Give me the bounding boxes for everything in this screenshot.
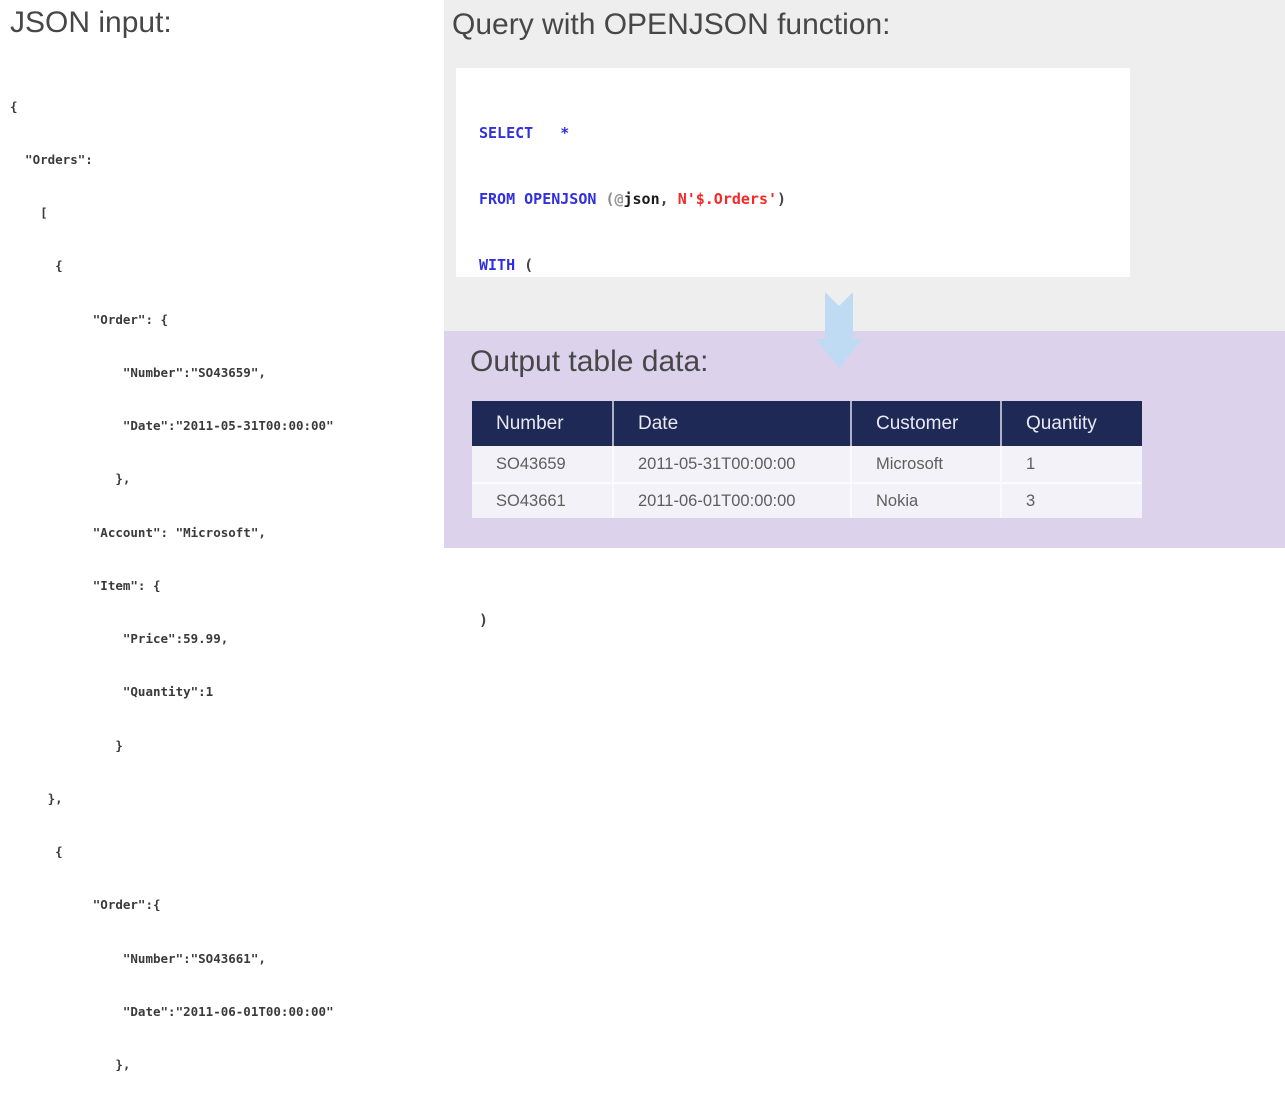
sql-variable: json [623, 190, 660, 208]
cell-customer: Microsoft [850, 446, 1000, 482]
sql-select-line: SELECT * [479, 118, 1130, 148]
cell-number: SO43661 [472, 482, 612, 518]
json-line: "Order":{ [10, 897, 161, 913]
json-line: } [10, 737, 123, 753]
sql-with-line: WITH ( [479, 250, 1130, 280]
sql-close-line: ) [479, 610, 1130, 630]
json-line: }, [10, 1057, 131, 1072]
sql-from-line: FROM OPENJSON (@json, N'$.Orders') [479, 184, 1130, 214]
cell-date: 2011-06-01T00:00:00 [612, 482, 850, 518]
sql-json-path: N'$.Orders' [677, 190, 778, 208]
sql-paren: ( [524, 256, 534, 274]
sql-keyword: SELECT * [479, 124, 570, 142]
table-row: SO43661 2011-06-01T00:00:00 Nokia 3 [472, 482, 1142, 518]
column-header-customer: Customer [850, 401, 1000, 446]
json-line: "Number":"SO43659", [10, 364, 266, 380]
sql-keyword: FROM OPENJSON [479, 190, 606, 208]
sql-comma: , [659, 190, 678, 208]
cell-customer: Nokia [850, 482, 1000, 518]
output-table: Number Date Customer Quantity SO43659 20… [472, 401, 1142, 518]
json-line: { [10, 98, 18, 114]
sql-at-sign: @ [614, 190, 624, 208]
cell-quantity: 3 [1000, 482, 1142, 518]
json-line: }, [10, 471, 131, 487]
query-title: Query with OPENJSON function: [452, 8, 891, 41]
json-line: [ [10, 205, 48, 220]
json-line: "Number":"SO43661", [10, 950, 266, 966]
sql-keyword: WITH [479, 256, 525, 274]
json-line: "Date":"2011-05-31T00:00:00" [10, 418, 334, 433]
json-line: }, [10, 790, 63, 806]
table-row: SO43659 2011-05-31T00:00:00 Microsoft 1 [472, 446, 1142, 482]
sql-paren: ) [479, 610, 489, 629]
cell-date: 2011-05-31T00:00:00 [612, 446, 850, 482]
query-section: Query with OPENJSON function: SELECT * F… [444, 0, 1285, 629]
output-title: Output table data: [470, 345, 709, 378]
json-input-code: { "Orders": [ { "Order": { "Number":"SO4… [10, 62, 334, 1096]
down-arrow-icon [816, 292, 862, 368]
json-line: { [10, 844, 63, 859]
json-line: "Orders": [10, 151, 93, 167]
json-line: "Quantity":1 [10, 684, 214, 700]
json-line: "Item": { [10, 577, 161, 593]
column-header-number: Number [472, 401, 612, 446]
json-line: "Price":59.99, [10, 631, 229, 646]
sql-code-box: SELECT * FROM OPENJSON (@json, N'$.Order… [456, 68, 1130, 629]
json-line: "Order": { [10, 311, 169, 327]
column-header-date: Date [612, 401, 850, 446]
json-line: { [10, 258, 63, 274]
output-section: Output table data: Number Date Customer … [444, 331, 1285, 548]
json-input-title: JSON input: [10, 6, 172, 39]
json-line: "Date":"2011-06-01T00:00:00" [10, 1003, 334, 1019]
sql-paren: ) [777, 190, 787, 208]
cell-quantity: 1 [1000, 446, 1142, 482]
cell-number: SO43659 [472, 446, 612, 482]
column-header-quantity: Quantity [1000, 401, 1142, 446]
table-header-row: Number Date Customer Quantity [472, 401, 1142, 446]
json-input-section: JSON input: { "Orders": [ { "Order": { "… [0, 0, 444, 1072]
json-line: "Account": "Microsoft", [10, 524, 266, 540]
